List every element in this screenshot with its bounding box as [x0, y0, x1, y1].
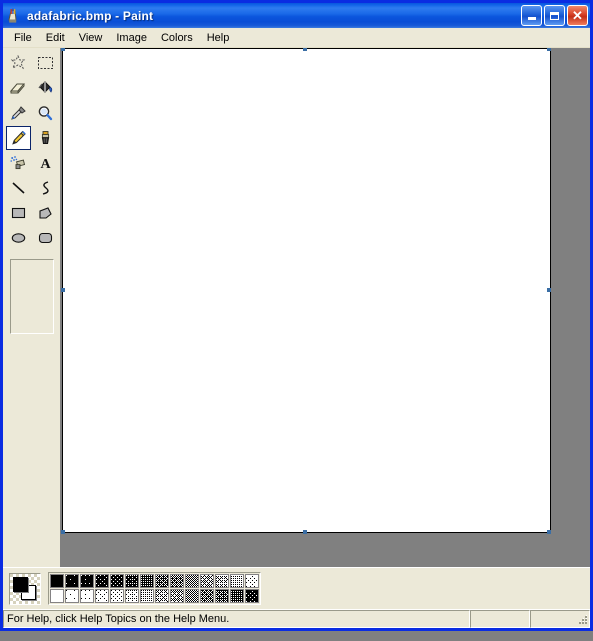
palette-swatch[interactable]	[80, 589, 94, 603]
palette-swatch[interactable]	[230, 574, 244, 588]
tool-brush[interactable]	[32, 126, 58, 150]
menu-item-help[interactable]: Help	[200, 30, 237, 46]
resize-handle-middle-left	[61, 288, 65, 292]
palette-swatch[interactable]	[215, 574, 229, 588]
palette-swatch[interactable]	[245, 589, 259, 603]
palette-swatch[interactable]	[50, 589, 64, 603]
tool-airbrush[interactable]	[5, 151, 31, 175]
resize-handle-middle-right	[547, 288, 551, 292]
foreground-color-swatch[interactable]	[13, 576, 28, 592]
tool-grid: A	[5, 51, 58, 250]
work-area: A	[3, 48, 590, 567]
tool-pencil[interactable]	[5, 126, 31, 150]
resize-handle-top-left	[61, 48, 65, 51]
menu-item-view[interactable]: View	[72, 30, 110, 46]
menu-item-image[interactable]: Image	[109, 30, 154, 46]
resize-handle-top-center	[303, 48, 307, 51]
tool-pick-color[interactable]	[5, 101, 31, 125]
tool-polygon[interactable]	[32, 201, 58, 225]
resize-grip-icon[interactable]	[576, 614, 588, 626]
window-controls: ✕	[521, 5, 588, 26]
paint-window: adafabric.bmp - Paint ✕ File Edit View I…	[0, 0, 593, 631]
palette-swatch[interactable]	[80, 574, 94, 588]
palette-swatch[interactable]	[200, 574, 214, 588]
palette-swatch[interactable]	[140, 574, 154, 588]
current-colors-indicator[interactable]	[9, 572, 41, 605]
palette-swatch[interactable]	[65, 574, 79, 588]
tool-magnifier[interactable]	[32, 101, 58, 125]
palette-swatch[interactable]	[95, 589, 109, 603]
palette-swatch[interactable]	[200, 589, 214, 603]
resize-handle-top-right	[547, 48, 551, 51]
tool-free-form-select[interactable]	[5, 51, 31, 75]
menu-item-file[interactable]: File	[7, 30, 39, 46]
paint-palette-icon	[6, 7, 23, 24]
title-bar[interactable]: adafabric.bmp - Paint ✕	[3, 3, 590, 28]
palette-swatch[interactable]	[95, 574, 109, 588]
tool-rectangle-select[interactable]	[32, 51, 58, 75]
status-selection-size	[530, 610, 590, 628]
maximize-icon	[550, 11, 559, 20]
color-palette-bar	[3, 567, 590, 609]
palette-swatch[interactable]	[170, 589, 184, 603]
palette-swatch[interactable]	[185, 589, 199, 603]
palette-swatch[interactable]	[215, 589, 229, 603]
tool-line[interactable]	[5, 176, 31, 200]
palette-swatch[interactable]	[170, 574, 184, 588]
palette-swatch-grid	[48, 572, 261, 605]
status-cursor-position	[470, 610, 530, 628]
palette-swatch[interactable]	[185, 574, 199, 588]
menu-item-colors[interactable]: Colors	[154, 30, 200, 46]
menu-item-edit[interactable]: Edit	[39, 30, 72, 46]
canvas-wrapper	[61, 48, 551, 534]
palette-swatch[interactable]	[155, 574, 169, 588]
resize-handle-bottom-center	[303, 530, 307, 534]
tool-curve[interactable]	[32, 176, 58, 200]
maximize-button[interactable]	[544, 5, 565, 26]
palette-swatch[interactable]	[140, 589, 154, 603]
canvas-scroll-area	[60, 48, 590, 567]
minimize-icon	[527, 17, 536, 20]
palette-swatch[interactable]	[110, 589, 124, 603]
close-button[interactable]: ✕	[567, 5, 588, 26]
tool-options-panel	[9, 259, 54, 334]
tool-rounded-rectangle[interactable]	[32, 226, 58, 250]
minimize-button[interactable]	[521, 5, 542, 26]
palette-swatch[interactable]	[65, 589, 79, 603]
tool-text[interactable]: A	[32, 151, 58, 175]
tool-eraser[interactable]	[5, 76, 31, 100]
status-help-text: For Help, click Help Topics on the Help …	[3, 610, 470, 628]
palette-swatch[interactable]	[50, 574, 64, 588]
tool-ellipse[interactable]	[5, 226, 31, 250]
toolbox: A	[3, 48, 60, 567]
window-title: adafabric.bmp - Paint	[27, 8, 154, 23]
palette-swatch[interactable]	[245, 574, 259, 588]
menu-bar: File Edit View Image Colors Help	[3, 28, 590, 48]
palette-swatch[interactable]	[110, 574, 124, 588]
close-icon: ✕	[572, 8, 583, 23]
status-bar: For Help, click Help Topics on the Help …	[3, 609, 590, 628]
palette-swatch[interactable]	[125, 574, 139, 588]
palette-swatch[interactable]	[230, 589, 244, 603]
tool-fill-with-color[interactable]	[32, 76, 58, 100]
resize-handle-bottom-left	[61, 530, 65, 534]
drawing-canvas[interactable]	[63, 49, 550, 532]
palette-swatch[interactable]	[155, 589, 169, 603]
palette-swatch[interactable]	[125, 589, 139, 603]
tool-rectangle[interactable]	[5, 201, 31, 225]
resize-handle-bottom-right	[547, 530, 551, 534]
svg-text:A: A	[40, 157, 51, 171]
